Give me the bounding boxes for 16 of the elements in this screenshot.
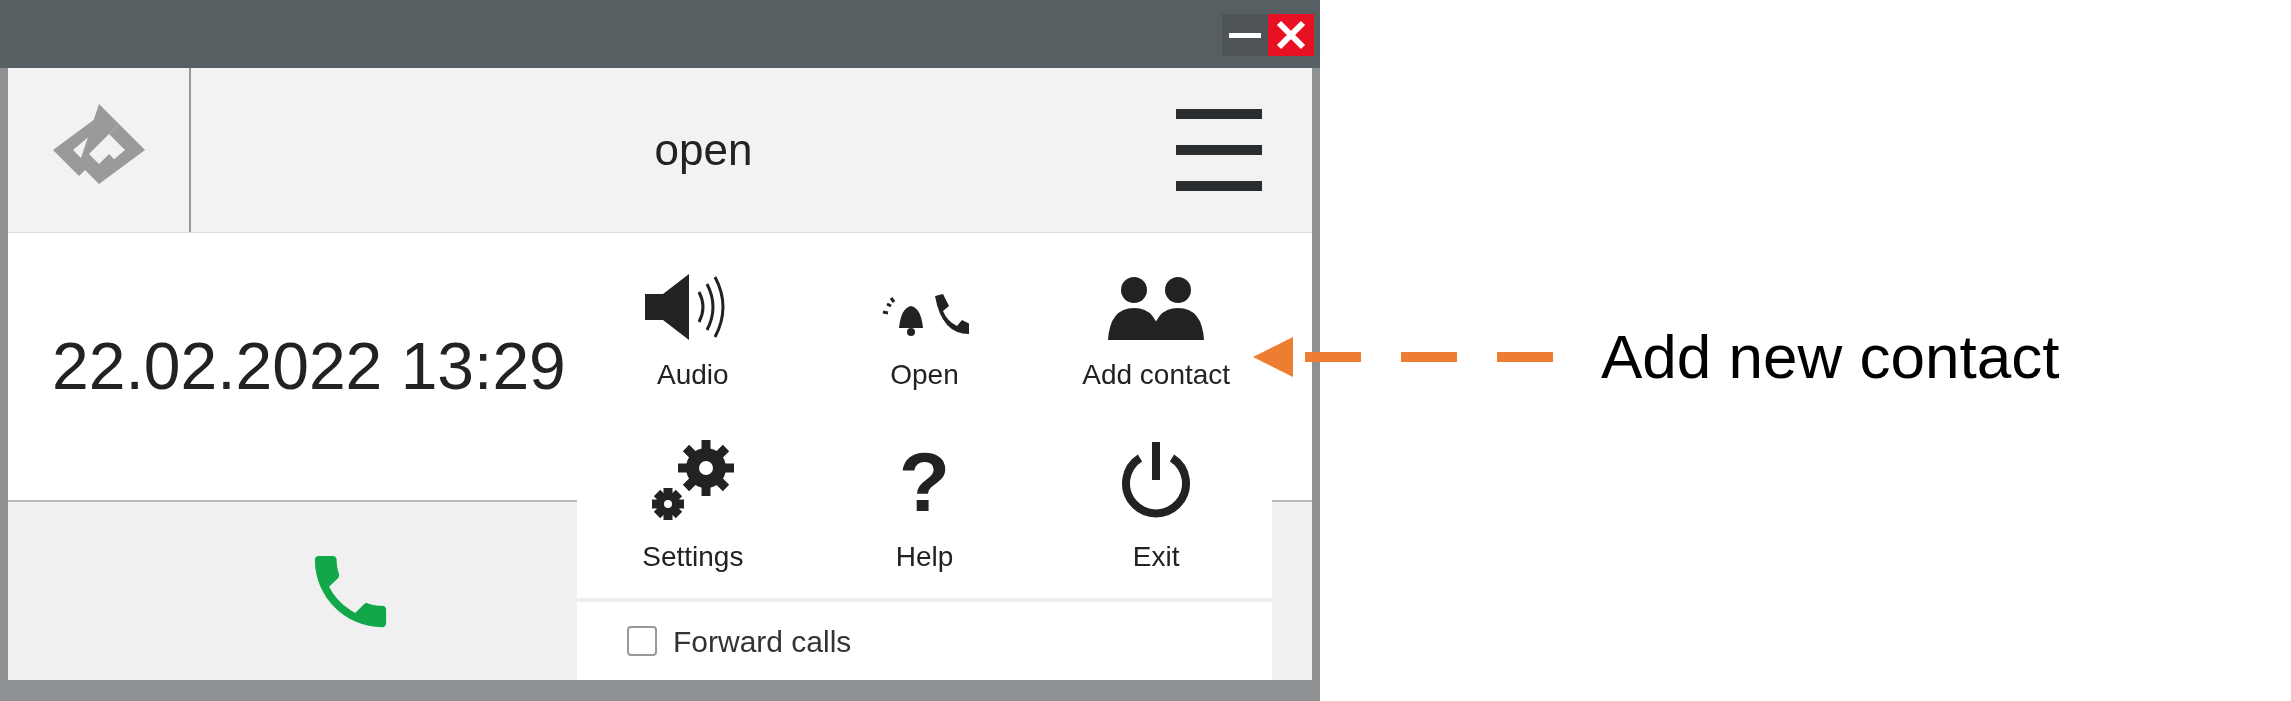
menu-item-label[interactable]: Settings (642, 536, 744, 578)
question-mark-icon: ? (898, 442, 951, 522)
menu-item-label[interactable]: Audio (657, 353, 729, 396)
date-time: 22.02.2022 13:29 (52, 328, 566, 405)
annotation-label: Add new contact (1601, 321, 2060, 393)
two-people-icon (1106, 275, 1207, 340)
close-button[interactable] (1268, 14, 1314, 56)
checkbox-label: Forward calls (673, 623, 852, 660)
menu-item-label[interactable]: Exit (1132, 536, 1180, 578)
checkbox[interactable] (627, 626, 657, 656)
menu-item-label[interactable]: Open (890, 353, 959, 396)
header-title: open (653, 124, 754, 176)
minimize-button[interactable] (1222, 14, 1268, 56)
menu-icon[interactable] (1176, 109, 1262, 191)
menu-item-label[interactable]: Add contact (1082, 353, 1231, 396)
menu-item-label[interactable]: Help (895, 536, 954, 578)
